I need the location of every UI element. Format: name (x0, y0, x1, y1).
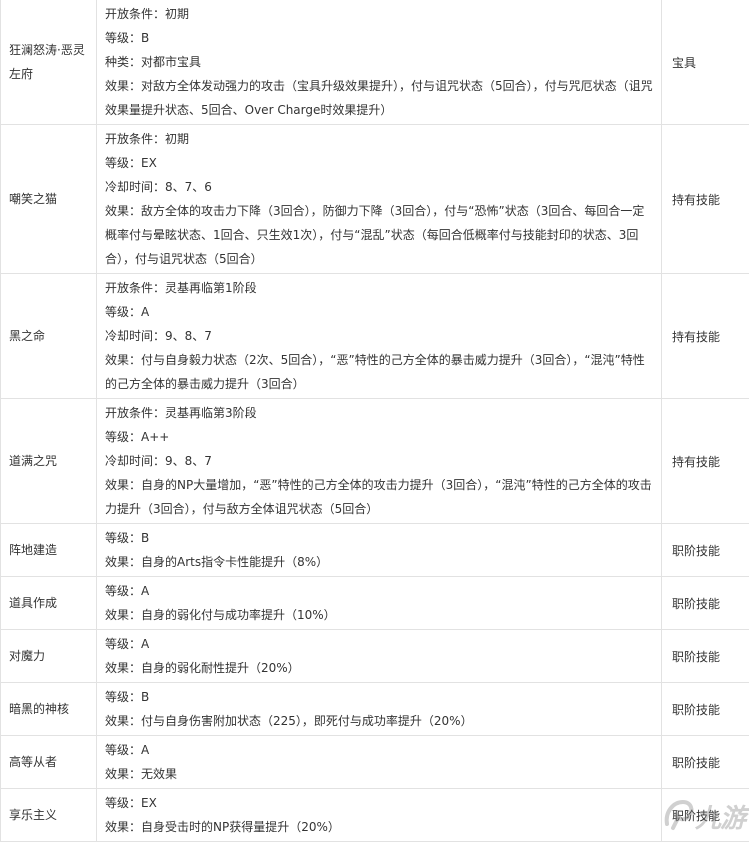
skill-type: 职阶技能 (662, 683, 749, 736)
skill-type: 持有技能 (662, 274, 749, 399)
description-line: 效果：自身的弱化付与成功率提升（10%） (105, 603, 653, 627)
skill-description: 等级：A效果：无效果 (97, 736, 662, 789)
table-row: 对魔力等级：A效果：自身的弱化耐性提升（20%）职阶技能 (1, 630, 749, 683)
description-line: 效果：自身的NP大量增加，“恶”特性的己方全体的攻击力提升（3回合），“混沌”特… (105, 473, 653, 521)
skill-name: 道具作成 (1, 577, 97, 630)
skill-name: 狂澜怒涛·恶灵左府 (1, 0, 97, 125)
description-line: 等级：EX (105, 791, 653, 815)
description-line: 效果：自身受击时的NP获得量提升（20%） (105, 815, 653, 839)
skill-name: 高等从者 (1, 736, 97, 789)
table-row: 狂澜怒涛·恶灵左府开放条件：初期等级：B种类：对都市宝具效果：对敌方全体发动强力… (1, 0, 749, 125)
description-line: 效果：无效果 (105, 762, 653, 786)
skill-type: 职阶技能 (662, 630, 749, 683)
skill-type: 职阶技能 (662, 736, 749, 789)
skill-name: 阵地建造 (1, 524, 97, 577)
skill-type: 持有技能 (662, 399, 749, 524)
description-line: 开放条件：灵基再临第1阶段 (105, 276, 653, 300)
description-line: 种类：对都市宝具 (105, 50, 653, 74)
skill-name: 暗黑的神核 (1, 683, 97, 736)
skill-type: 职阶技能 (662, 524, 749, 577)
description-line: 效果：自身的Arts指令卡性能提升（8%） (105, 550, 653, 574)
skill-description: 等级：A效果：自身的弱化付与成功率提升（10%） (97, 577, 662, 630)
description-line: 效果：敌方全体的攻击力下降（3回合），防御力下降（3回合），付与“恐怖”状态（3… (105, 199, 653, 271)
skill-description: 等级：B效果：自身的Arts指令卡性能提升（8%） (97, 524, 662, 577)
description-line: 等级：B (105, 26, 653, 50)
table-row: 享乐主义等级：EX效果：自身受击时的NP获得量提升（20%）职阶技能 (1, 789, 749, 842)
skill-name: 嘲笑之猫 (1, 125, 97, 274)
skill-type: 职阶技能 (662, 577, 749, 630)
description-line: 开放条件：初期 (105, 127, 653, 151)
skill-description: 开放条件：灵基再临第3阶段等级：A++冷却时间：9、8、7效果：自身的NP大量增… (97, 399, 662, 524)
description-line: 冷却时间：9、8、7 (105, 324, 653, 348)
description-line: 效果：付与自身毅力状态（2次、5回合），“恶”特性的己方全体的暴击威力提升（3回… (105, 348, 653, 396)
skill-description: 开放条件：初期等级：EX冷却时间：8、7、6效果：敌方全体的攻击力下降（3回合）… (97, 125, 662, 274)
description-line: 效果：付与自身伤害附加状态（225），即死付与成功率提升（20%） (105, 709, 653, 733)
description-line: 等级：A++ (105, 425, 653, 449)
description-line: 效果：对敌方全体发动强力的攻击（宝具升级效果提升），付与诅咒状态（5回合），付与… (105, 74, 653, 122)
description-line: 开放条件：初期 (105, 2, 653, 26)
description-line: 效果：自身的弱化耐性提升（20%） (105, 656, 653, 680)
description-line: 等级：B (105, 685, 653, 709)
description-line: 冷却时间：9、8、7 (105, 449, 653, 473)
skill-description: 等级：EX效果：自身受击时的NP获得量提升（20%） (97, 789, 662, 842)
table-row: 暗黑的神核等级：B效果：付与自身伤害附加状态（225），即死付与成功率提升（20… (1, 683, 749, 736)
skills-table-body: 狂澜怒涛·恶灵左府开放条件：初期等级：B种类：对都市宝具效果：对敌方全体发动强力… (1, 0, 749, 842)
description-line: 等级：EX (105, 151, 653, 175)
skill-type: 持有技能 (662, 125, 749, 274)
table-row: 道满之咒开放条件：灵基再临第3阶段等级：A++冷却时间：9、8、7效果：自身的N… (1, 399, 749, 524)
description-line: 等级：A (105, 300, 653, 324)
table-row: 黑之命开放条件：灵基再临第1阶段等级：A冷却时间：9、8、7效果：付与自身毅力状… (1, 274, 749, 399)
skill-name: 黑之命 (1, 274, 97, 399)
skill-description: 开放条件：初期等级：B种类：对都市宝具效果：对敌方全体发动强力的攻击（宝具升级效… (97, 0, 662, 125)
table-row: 阵地建造等级：B效果：自身的Arts指令卡性能提升（8%）职阶技能 (1, 524, 749, 577)
skills-table: 狂澜怒涛·恶灵左府开放条件：初期等级：B种类：对都市宝具效果：对敌方全体发动强力… (0, 0, 749, 842)
description-line: 等级：B (105, 526, 653, 550)
description-line: 等级：A (105, 632, 653, 656)
skill-name: 对魔力 (1, 630, 97, 683)
skill-description: 等级：B效果：付与自身伤害附加状态（225），即死付与成功率提升（20%） (97, 683, 662, 736)
description-line: 开放条件：灵基再临第3阶段 (105, 401, 653, 425)
description-line: 等级：A (105, 579, 653, 603)
table-row: 高等从者等级：A效果：无效果职阶技能 (1, 736, 749, 789)
skill-name: 道满之咒 (1, 399, 97, 524)
table-row: 道具作成等级：A效果：自身的弱化付与成功率提升（10%）职阶技能 (1, 577, 749, 630)
skill-name: 享乐主义 (1, 789, 97, 842)
skill-description: 开放条件：灵基再临第1阶段等级：A冷却时间：9、8、7效果：付与自身毅力状态（2… (97, 274, 662, 399)
skill-type: 宝具 (662, 0, 749, 125)
description-line: 等级：A (105, 738, 653, 762)
description-line: 冷却时间：8、7、6 (105, 175, 653, 199)
skill-type: 职阶技能 (662, 789, 749, 842)
table-row: 嘲笑之猫开放条件：初期等级：EX冷却时间：8、7、6效果：敌方全体的攻击力下降（… (1, 125, 749, 274)
skill-description: 等级：A效果：自身的弱化耐性提升（20%） (97, 630, 662, 683)
